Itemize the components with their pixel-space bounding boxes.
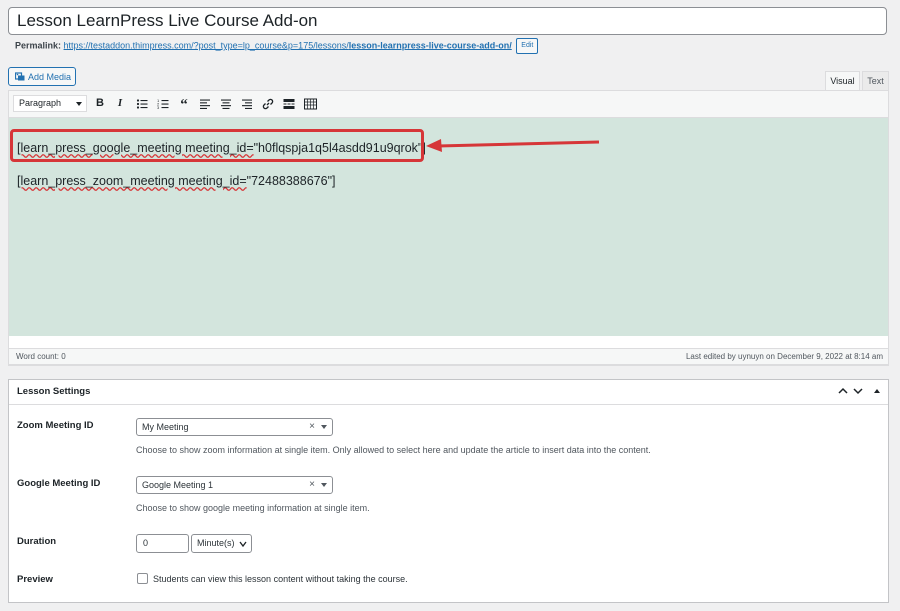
chevron-down-icon[interactable] [852, 385, 864, 397]
highlight-box [10, 129, 424, 162]
zoom-meeting-select[interactable]: My Meeting × [136, 418, 333, 436]
permalink-slug: lesson-learnpress-live-course-add-on/ [348, 40, 512, 51]
duration-unit-select[interactable]: Minute(s) [191, 534, 252, 553]
blockquote-icon[interactable]: “ [177, 96, 191, 113]
media-icon [14, 69, 25, 81]
tab-text[interactable]: Text [862, 71, 889, 90]
permalink-base: https://testaddon.thimpress.com/?post_ty… [63, 40, 349, 51]
google-meeting-label: Google Meeting ID [17, 478, 101, 489]
preview-checkbox[interactable] [137, 573, 148, 584]
bulleted-list-icon[interactable] [135, 96, 149, 111]
zoom-shortcode-tag: [learn_press_zoom_meeting meeting_id= [17, 174, 247, 188]
format-select-value: Paragraph [19, 98, 62, 108]
zoom-shortcode-value: "72488388676"] [246, 174, 336, 188]
numbered-list-icon[interactable]: 123 [156, 96, 170, 111]
add-media-label: Add Media [28, 72, 72, 82]
google-meeting-value: Google Meeting 1 [142, 480, 214, 490]
editor-toolbar: Paragraph B I 123 “ [9, 91, 888, 118]
format-select[interactable]: Paragraph [13, 95, 87, 112]
last-edited: Last edited by uynuyn on December 9, 202… [685, 352, 883, 361]
zoom-meeting-shortcode: [learn_press_zoom_meeting meeting_id="72… [17, 174, 335, 188]
bold-icon[interactable]: B [93, 96, 107, 111]
tab-visual[interactable]: Visual [825, 71, 860, 90]
permalink-label: Permalink: [15, 40, 62, 51]
clear-google-icon[interactable]: × [309, 477, 315, 493]
dropdown-arrow-icon [321, 483, 327, 487]
chevron-up-icon[interactable] [837, 385, 849, 397]
preview-checkbox-label: Students can view this lesson content wi… [153, 574, 408, 584]
add-media-button[interactable]: Add Media [8, 67, 76, 86]
duration-unit-value: Minute(s) [197, 538, 235, 548]
editor-status-bar: Word count: 0 Last edited by uynuyn on D… [8, 348, 889, 365]
post-title-input[interactable]: Lesson LearnPress Live Course Add-on [8, 7, 887, 35]
align-left-icon[interactable] [198, 96, 212, 111]
word-count: Word count: 0 [16, 352, 66, 361]
zoom-meeting-label: Zoom Meeting ID [17, 420, 94, 431]
svg-text:3: 3 [157, 105, 160, 110]
google-meeting-select[interactable]: Google Meeting 1 × [136, 476, 333, 494]
zoom-meeting-value: My Meeting [142, 422, 189, 432]
zoom-meeting-description: Choose to show zoom information at singl… [136, 445, 651, 455]
permalink: Permalink: https://testaddon.thimpress.c… [15, 38, 539, 54]
italic-icon[interactable]: I [113, 96, 127, 111]
link-icon[interactable] [261, 96, 275, 111]
dropdown-arrow-icon [321, 425, 327, 429]
preview-label: Preview [17, 574, 53, 585]
align-right-icon[interactable] [240, 96, 254, 111]
permalink-link[interactable]: https://testaddon.thimpress.com/?post_ty… [64, 40, 512, 50]
toolbar-toggle-icon[interactable] [303, 96, 317, 111]
lesson-settings-panel: Lesson Settings Zoom Meeting ID My Meeti… [8, 379, 889, 603]
duration-input[interactable]: 0 [136, 534, 189, 553]
read-more-icon[interactable] [282, 96, 296, 111]
duration-label: Duration [17, 536, 57, 547]
clear-zoom-icon[interactable]: × [309, 419, 315, 435]
arrow-left-icon [426, 139, 600, 152]
permalink-edit-button[interactable]: Edit [516, 38, 539, 54]
caret-down-icon [76, 102, 82, 106]
google-meeting-description: Choose to show google meeting informatio… [136, 503, 370, 513]
chevron-down-icon [239, 541, 247, 548]
lesson-settings-title: Lesson Settings [17, 386, 91, 397]
lesson-settings-header: Lesson Settings [9, 380, 888, 405]
align-center-icon[interactable] [219, 96, 233, 111]
collapse-toggle-icon[interactable] [871, 385, 883, 397]
